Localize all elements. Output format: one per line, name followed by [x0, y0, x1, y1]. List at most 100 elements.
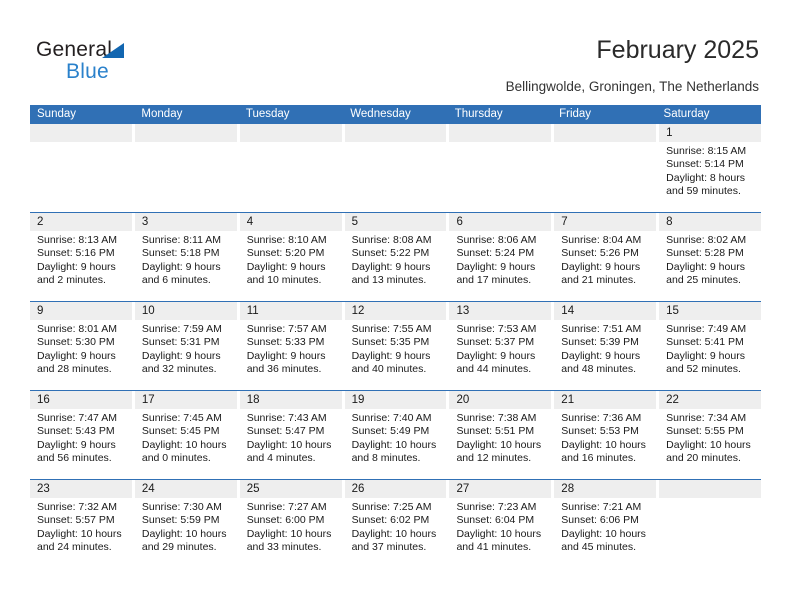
calendar-day-cell[interactable]: 25 Sunrise: 7:27 AM Sunset: 6:00 PM Dayligh…: [239, 480, 345, 569]
daylight-duration-line2: and 8 minutes.: [351, 452, 421, 465]
sunset-time: Sunset: 5:53 PM: [561, 425, 639, 438]
day-sun-info: Sunrise: 7:57 AM Sunset: 5:33 PM Daylight:…: [240, 320, 342, 377]
calendar-day-cell[interactable]: 17 Sunrise: 7:45 AM Sunset: 5:45 PM Dayligh…: [134, 391, 240, 479]
daylight-duration-line2: and 0 minutes.: [141, 452, 211, 465]
day-number: 6: [449, 213, 552, 231]
day-sun-info: [135, 142, 237, 145]
sunrise-time: Sunrise: 7:51 AM: [561, 323, 642, 335]
daylight-duration-line2: and 40 minutes.: [351, 363, 427, 376]
day-number: 22: [659, 391, 762, 409]
daylight-duration-line2: and 4 minutes.: [246, 452, 316, 465]
calendar-day-cell[interactable]: 24 Sunrise: 7:30 AM Sunset: 5:59 PM Dayligh…: [134, 480, 240, 569]
calendar-day-cell[interactable]: 26 Sunrise: 7:25 AM Sunset: 6:02 PM Dayligh…: [344, 480, 450, 569]
sunrise-time: Sunrise: 8:08 AM: [351, 234, 432, 246]
calendar-day-cell[interactable]: 4 Sunrise: 8:10 AM Sunset: 5:20 PM Daylight…: [239, 213, 345, 301]
sunset-time: Sunset: 5:55 PM: [666, 425, 744, 438]
sunrise-time: Sunrise: 8:15 AM: [666, 145, 747, 157]
calendar-day-cell[interactable]: 18 Sunrise: 7:43 AM Sunset: 5:47 PM Dayligh…: [239, 391, 345, 479]
weekday-header-monday: Monday: [141, 108, 183, 120]
calendar-day-cell[interactable]: 19 Sunrise: 7:40 AM Sunset: 5:49 PM Dayligh…: [344, 391, 450, 479]
daylight-duration-line1: Daylight: 9 hours: [561, 349, 641, 362]
calendar-day-cell[interactable]: [239, 124, 345, 212]
calendar-day-cell[interactable]: 16 Sunrise: 7:47 AM Sunset: 5:43 PM Dayligh…: [30, 391, 135, 479]
daylight-duration-line1: Daylight: 10 hours: [141, 438, 227, 451]
sunrise-time: Sunrise: 7:40 AM: [351, 412, 432, 424]
day-number: 28: [554, 480, 657, 498]
calendar-day-cell[interactable]: 3 Sunrise: 8:11 AM Sunset: 5:18 PM Daylight…: [134, 213, 240, 301]
sunrise-time: Sunrise: 8:06 AM: [456, 234, 537, 246]
day-number: [659, 480, 762, 498]
sunrise-time: Sunrise: 7:53 AM: [456, 323, 537, 335]
calendar-day-cell[interactable]: 5 Sunrise: 8:08 AM Sunset: 5:22 PM Daylight…: [344, 213, 450, 301]
sunrise-time: Sunrise: 7:32 AM: [37, 501, 117, 513]
sunset-time: Sunset: 5:18 PM: [141, 247, 220, 260]
weekday-header-friday: Friday: [559, 108, 592, 120]
calendar-day-cell[interactable]: 7 Sunrise: 8:04 AM Sunset: 5:26 PM Daylight…: [554, 213, 660, 301]
day-sun-info: Sunrise: 8:01 AM Sunset: 5:30 PM Daylight:…: [30, 320, 132, 377]
calendar-day-cell[interactable]: 6 Sunrise: 8:06 AM Sunset: 5:24 PM Daylight…: [449, 213, 555, 301]
calendar-day-cell[interactable]: [659, 480, 762, 569]
day-number: 14: [554, 302, 657, 320]
calendar-day-cell[interactable]: [554, 124, 660, 212]
calendar-day-cell[interactable]: 10 Sunrise: 7:59 AM Sunset: 5:31 PM Dayligh…: [134, 302, 240, 390]
day-sun-info: Sunrise: 7:45 AM Sunset: 5:45 PM Daylight:…: [135, 409, 237, 466]
day-number: 12: [344, 302, 447, 320]
calendar-day-cell[interactable]: [30, 124, 135, 212]
calendar-day-cell[interactable]: 1 Sunrise: 8:15 AM Sunset: 5:14 PM Daylight…: [659, 124, 762, 212]
day-number: 17: [134, 391, 237, 409]
calendar-day-cell[interactable]: 9 Sunrise: 8:01 AM Sunset: 5:30 PM Daylight…: [30, 302, 135, 390]
calendar-day-cell[interactable]: 23 Sunrise: 7:32 AM Sunset: 5:57 PM Dayligh…: [30, 480, 135, 569]
daylight-duration-line1: Daylight: 10 hours: [246, 527, 332, 540]
day-sun-info: Sunrise: 7:53 AM Sunset: 5:37 PM Daylight:…: [449, 320, 551, 377]
sunrise-time: Sunrise: 8:11 AM: [141, 234, 222, 246]
calendar-day-cell[interactable]: 8 Sunrise: 8:02 AM Sunset: 5:28 PM Daylight…: [659, 213, 762, 301]
daylight-duration-line1: Daylight: 9 hours: [456, 260, 536, 273]
calendar-day-cell[interactable]: 12 Sunrise: 7:55 AM Sunset: 5:35 PM Dayligh…: [344, 302, 450, 390]
sunset-time: Sunset: 5:31 PM: [141, 336, 220, 349]
day-sun-info: Sunrise: 8:15 AM Sunset: 5:14 PM Daylight:…: [659, 142, 761, 199]
calendar-day-cell[interactable]: 13 Sunrise: 7:53 AM Sunset: 5:37 PM Dayligh…: [449, 302, 555, 390]
day-number: 21: [554, 391, 657, 409]
day-sun-info: Sunrise: 7:27 AM Sunset: 6:00 PM Daylight:…: [240, 498, 342, 555]
day-number: 10: [134, 302, 237, 320]
calendar-day-cell[interactable]: 22 Sunrise: 7:34 AM Sunset: 5:55 PM Dayligh…: [659, 391, 762, 479]
sunrise-time: Sunrise: 8:04 AM: [561, 234, 642, 246]
day-number: 4: [239, 213, 342, 231]
day-number: 25: [239, 480, 342, 498]
daylight-duration-line1: Daylight: 9 hours: [37, 349, 116, 362]
day-number: 15: [659, 302, 762, 320]
daylight-duration-line2: and 12 minutes.: [456, 452, 532, 465]
day-sun-info: [554, 142, 656, 145]
calendar-day-cell[interactable]: 21 Sunrise: 7:36 AM Sunset: 5:53 PM Dayligh…: [554, 391, 660, 479]
sunset-time: Sunset: 5:45 PM: [141, 425, 220, 438]
calendar-day-cell[interactable]: 14 Sunrise: 7:51 AM Sunset: 5:39 PM Dayligh…: [554, 302, 660, 390]
sunrise-time: Sunrise: 7:27 AM: [246, 501, 327, 513]
calendar-day-cell[interactable]: [449, 124, 555, 212]
sunset-time: Sunset: 5:30 PM: [37, 336, 115, 349]
day-sun-info: Sunrise: 7:51 AM Sunset: 5:39 PM Daylight:…: [554, 320, 656, 377]
daylight-duration-line1: Daylight: 10 hours: [456, 438, 542, 451]
calendar-day-cell[interactable]: 2 Sunrise: 8:13 AM Sunset: 5:16 PM Daylight…: [30, 213, 135, 301]
day-sun-info: Sunrise: 7:23 AM Sunset: 6:04 PM Daylight:…: [449, 498, 551, 555]
day-sun-info: Sunrise: 7:36 AM Sunset: 5:53 PM Daylight:…: [554, 409, 656, 466]
sunrise-time: Sunrise: 7:25 AM: [351, 501, 432, 513]
calendar-day-cell[interactable]: 15 Sunrise: 7:49 AM Sunset: 5:41 PM Dayligh…: [659, 302, 762, 390]
calendar-day-cell[interactable]: [134, 124, 240, 212]
day-sun-info: Sunrise: 7:49 AM Sunset: 5:41 PM Daylight:…: [659, 320, 761, 377]
sunrise-time: Sunrise: 7:55 AM: [351, 323, 432, 335]
day-sun-info: Sunrise: 7:55 AM Sunset: 5:35 PM Daylight:…: [345, 320, 447, 377]
calendar-day-cell[interactable]: 27 Sunrise: 7:23 AM Sunset: 6:04 PM Dayligh…: [449, 480, 555, 569]
day-number: 1: [659, 124, 762, 142]
daylight-duration-line1: Daylight: 10 hours: [456, 527, 542, 540]
calendar-day-cell[interactable]: 28 Sunrise: 7:21 AM Sunset: 6:06 PM Dayligh…: [554, 480, 660, 569]
daylight-duration-line2: and 16 minutes.: [561, 452, 637, 465]
daylight-duration-line2: and 13 minutes.: [351, 274, 427, 287]
daylight-duration-line1: Daylight: 10 hours: [37, 527, 122, 540]
day-number: [30, 124, 132, 142]
calendar-day-cell[interactable]: [344, 124, 450, 212]
daylight-duration-line2: and 28 minutes.: [37, 363, 112, 376]
calendar-day-cell[interactable]: 11 Sunrise: 7:57 AM Sunset: 5:33 PM Dayligh…: [239, 302, 345, 390]
day-sun-info: [659, 498, 761, 501]
calendar-day-cell[interactable]: 20 Sunrise: 7:38 AM Sunset: 5:51 PM Dayligh…: [449, 391, 555, 479]
weekday-header-thursday: Thursday: [454, 108, 503, 120]
